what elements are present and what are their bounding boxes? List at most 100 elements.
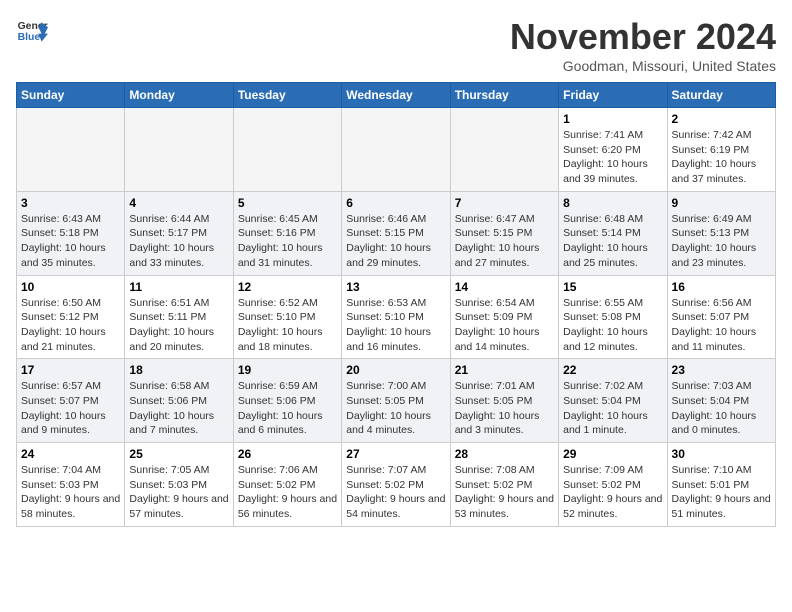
day-number: 11 [129, 280, 228, 294]
day-number: 13 [346, 280, 445, 294]
day-info: Sunrise: 7:07 AMSunset: 5:02 PMDaylight:… [346, 463, 445, 522]
day-number: 20 [346, 363, 445, 377]
table-row: 11 Sunrise: 6:51 AMSunset: 5:11 PMDayligh… [125, 275, 233, 359]
day-info: Sunrise: 6:44 AMSunset: 5:17 PMDaylight:… [129, 212, 228, 271]
header-saturday: Saturday [667, 83, 775, 108]
table-row: 5Sunrise: 6:45 AMSunset: 5:16 PMDaylight… [233, 191, 341, 275]
day-number: 7 [455, 196, 554, 210]
table-row: 3 Sunrise: 6:43 AMSunset: 5:18 PMDaylight… [17, 191, 125, 275]
day-info: Sunrise: 7:42 AMSunset: 6:19 PMDaylight:… [672, 128, 771, 187]
table-row: 30 Sunrise: 7:10 AMSunset: 5:01 PMDayligh… [667, 443, 775, 527]
day-number: 2 [672, 112, 771, 126]
svg-text:Blue: Blue [18, 32, 41, 43]
table-row: 28 Sunrise: 7:08 AMSunset: 5:02 PMDayligh… [450, 443, 558, 527]
calendar-table: Sunday Monday Tuesday Wednesday Thursday… [16, 82, 776, 527]
day-info: Sunrise: 6:51 AMSunset: 5:11 PMDaylight:… [129, 296, 228, 355]
calendar-week-row: 1 Sunrise: 7:41 AMSunset: 6:20 PMDaylight… [17, 108, 776, 192]
day-number: 8 [563, 196, 662, 210]
table-row: 27 Sunrise: 7:07 AMSunset: 5:02 PMDayligh… [342, 443, 450, 527]
table-row: 18 Sunrise: 6:58 AMSunset: 5:06 PMDayligh… [125, 359, 233, 443]
header-thursday: Thursday [450, 83, 558, 108]
table-row: 14Sunrise: 6:54 AMSunset: 5:09 PMDayligh… [450, 275, 558, 359]
day-number: 21 [455, 363, 554, 377]
day-number: 23 [672, 363, 771, 377]
header: General Blue November 2024 Goodman, Miss… [16, 16, 776, 74]
calendar-week-row: 24Sunrise: 7:04 AMSunset: 5:03 PMDayligh… [17, 443, 776, 527]
day-info: Sunrise: 6:56 AMSunset: 5:07 PMDaylight:… [672, 296, 771, 355]
day-number: 3 [21, 196, 120, 210]
day-info: Sunrise: 7:01 AMSunset: 5:05 PMDaylight:… [455, 379, 554, 438]
table-row: 8 Sunrise: 6:48 AMSunset: 5:14 PMDaylight… [559, 191, 667, 275]
day-number: 28 [455, 447, 554, 461]
day-info: Sunrise: 7:10 AMSunset: 5:01 PMDaylight:… [672, 463, 771, 522]
day-info: Sunrise: 7:09 AMSunset: 5:02 PMDaylight:… [563, 463, 662, 522]
day-number: 18 [129, 363, 228, 377]
table-row: 15 Sunrise: 6:55 AMSunset: 5:08 PMDayligh… [559, 275, 667, 359]
day-info: Sunrise: 6:53 AMSunset: 5:10 PMDaylight:… [346, 296, 445, 355]
table-row: 6Sunrise: 6:46 AMSunset: 5:15 PMDaylight… [342, 191, 450, 275]
day-number: 22 [563, 363, 662, 377]
day-info: Sunrise: 6:52 AMSunset: 5:10 PMDaylight:… [238, 296, 337, 355]
table-row [125, 108, 233, 192]
day-number: 25 [129, 447, 228, 461]
calendar-week-row: 3 Sunrise: 6:43 AMSunset: 5:18 PMDaylight… [17, 191, 776, 275]
table-row: 29 Sunrise: 7:09 AMSunset: 5:02 PMDayligh… [559, 443, 667, 527]
month-title: November 2024 [510, 16, 776, 58]
day-number: 15 [563, 280, 662, 294]
day-number: 17 [21, 363, 120, 377]
day-number: 4 [129, 196, 228, 210]
calendar-week-row: 10Sunrise: 6:50 AMSunset: 5:12 PMDayligh… [17, 275, 776, 359]
calendar-header-row: Sunday Monday Tuesday Wednesday Thursday… [17, 83, 776, 108]
table-row: 9Sunrise: 6:49 AMSunset: 5:13 PMDaylight… [667, 191, 775, 275]
table-row: 24Sunrise: 7:04 AMSunset: 5:03 PMDayligh… [17, 443, 125, 527]
table-row: 20 Sunrise: 7:00 AMSunset: 5:05 PMDayligh… [342, 359, 450, 443]
title-area: November 2024 Goodman, Missouri, United … [510, 16, 776, 74]
day-number: 30 [672, 447, 771, 461]
day-info: Sunrise: 6:48 AMSunset: 5:14 PMDaylight:… [563, 212, 662, 271]
day-info: Sunrise: 6:58 AMSunset: 5:06 PMDaylight:… [129, 379, 228, 438]
day-number: 29 [563, 447, 662, 461]
table-row [342, 108, 450, 192]
table-row: 21 Sunrise: 7:01 AMSunset: 5:05 PMDayligh… [450, 359, 558, 443]
day-info: Sunrise: 6:59 AMSunset: 5:06 PMDaylight:… [238, 379, 337, 438]
day-number: 19 [238, 363, 337, 377]
day-info: Sunrise: 7:05 AMSunset: 5:03 PMDaylight:… [129, 463, 228, 522]
day-info: Sunrise: 7:00 AMSunset: 5:05 PMDaylight:… [346, 379, 445, 438]
logo-icon: General Blue [16, 16, 48, 48]
day-info: Sunrise: 7:03 AMSunset: 5:04 PMDaylight:… [672, 379, 771, 438]
header-wednesday: Wednesday [342, 83, 450, 108]
table-row: 25 Sunrise: 7:05 AMSunset: 5:03 PMDayligh… [125, 443, 233, 527]
day-info: Sunrise: 7:41 AMSunset: 6:20 PMDaylight:… [563, 128, 662, 187]
table-row: 26Sunrise: 7:06 AMSunset: 5:02 PMDayligh… [233, 443, 341, 527]
day-number: 10 [21, 280, 120, 294]
day-info: Sunrise: 7:06 AMSunset: 5:02 PMDaylight:… [238, 463, 337, 522]
table-row [233, 108, 341, 192]
day-info: Sunrise: 6:55 AMSunset: 5:08 PMDaylight:… [563, 296, 662, 355]
day-number: 1 [563, 112, 662, 126]
day-info: Sunrise: 6:49 AMSunset: 5:13 PMDaylight:… [672, 212, 771, 271]
calendar-week-row: 17 Sunrise: 6:57 AMSunset: 5:07 PMDayligh… [17, 359, 776, 443]
header-sunday: Sunday [17, 83, 125, 108]
table-row: 23 Sunrise: 7:03 AMSunset: 5:04 PMDayligh… [667, 359, 775, 443]
day-number: 24 [21, 447, 120, 461]
day-number: 12 [238, 280, 337, 294]
table-row: 4 Sunrise: 6:44 AMSunset: 5:17 PMDaylight… [125, 191, 233, 275]
day-info: Sunrise: 7:08 AMSunset: 5:02 PMDaylight:… [455, 463, 554, 522]
day-number: 27 [346, 447, 445, 461]
day-info: Sunrise: 6:45 AMSunset: 5:16 PMDaylight:… [238, 212, 337, 271]
table-row: 12 Sunrise: 6:52 AMSunset: 5:10 PMDayligh… [233, 275, 341, 359]
header-tuesday: Tuesday [233, 83, 341, 108]
day-info: Sunrise: 6:57 AMSunset: 5:07 PMDaylight:… [21, 379, 120, 438]
table-row: 17 Sunrise: 6:57 AMSunset: 5:07 PMDayligh… [17, 359, 125, 443]
table-row: 19 Sunrise: 6:59 AMSunset: 5:06 PMDayligh… [233, 359, 341, 443]
day-info: Sunrise: 6:46 AMSunset: 5:15 PMDaylight:… [346, 212, 445, 271]
day-info: Sunrise: 7:02 AMSunset: 5:04 PMDaylight:… [563, 379, 662, 438]
table-row: 1 Sunrise: 7:41 AMSunset: 6:20 PMDaylight… [559, 108, 667, 192]
header-monday: Monday [125, 83, 233, 108]
table-row: 16Sunrise: 6:56 AMSunset: 5:07 PMDayligh… [667, 275, 775, 359]
day-info: Sunrise: 6:43 AMSunset: 5:18 PMDaylight:… [21, 212, 120, 271]
table-row: 2 Sunrise: 7:42 AMSunset: 6:19 PMDaylight… [667, 108, 775, 192]
table-row [17, 108, 125, 192]
table-row: 10Sunrise: 6:50 AMSunset: 5:12 PMDayligh… [17, 275, 125, 359]
day-info: Sunrise: 6:54 AMSunset: 5:09 PMDaylight:… [455, 296, 554, 355]
